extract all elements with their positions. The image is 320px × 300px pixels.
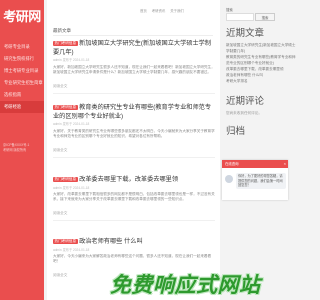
recent-posts-list: 新加坡国立大学研究生(新加坡国立大学硕士学制要几年) 教育类的研究生专业有哪些(… [226,42,298,84]
post-meta: admin 发布于 2024-01-18 [53,122,90,126]
close-icon[interactable]: × [284,160,286,168]
read-more-link[interactable]: 阅读全文 [53,272,215,278]
archives-title: 归档 [226,126,246,137]
sidebar-nav: 考研专业目录 研究生院校排行 博士考研专业目录 专业研究生招生简章 选校指南 考… [0,41,44,113]
post-excerpt: 大家好，关于教育类的研究生专业有哪些很多朋友都还不太明白，今天小编就来为大家分享… [53,128,215,138]
post-title-row: 热门考研信息 改革委去哪里下载，改革委去哪里领 [53,176,215,185]
top-link-home[interactable]: 首页 [140,9,147,13]
chat-title: 在线咨询 [225,162,239,166]
post-card: 热门考研信息 政治老师有哪些 什么叫 admin 发布于 2024-01-18 大… [53,238,215,278]
post-excerpt: 大家好，改革委去哪里下载相信很多的网友都不是很明白，包括改革委去哪里领也是一样，… [53,192,215,202]
chat-header: 在线咨询 × [222,160,288,168]
post-badge: 热门考研信息 [53,40,78,46]
post-title-row: 热门考研信息 新加坡国立大学研究生(新加坡国立大学硕士学制要几年) [53,40,215,57]
nav-item-admission-guide[interactable]: 专业研究生招生简章 [0,77,44,89]
post-divider [53,220,215,221]
sidebar: 考研网 考研专业目录 研究生院校排行 博士考研专业目录 专业研究生招生简章 选校… [0,0,44,300]
avatar [225,175,233,183]
chat-popup: 在线咨询 × 你好，为了更好的帮您答疑，请提供您的问题，我们会第一时间回复您！ [222,160,288,200]
post-meta: admin 发布于 2024-01-18 [53,58,90,62]
post-divider [53,92,215,94]
chat-body: 你好，为了更好的帮您答疑，请提供您的问题，我们会第一时间回复您！ [222,168,288,189]
chat-message: 你好，为了更好的帮您答疑，请提供您的问题，我们会第一时间回复您！ [236,173,286,189]
nav-item-phd-catalog[interactable]: 博士考研专业目录 [0,65,44,77]
right-sidebar: 搜索 搜索 近期文章 新加坡国立大学研究生(新加坡国立大学硕士学制要几年) 教育… [224,0,300,300]
recent-post-link[interactable]: 考研大学排名 [226,78,298,84]
post-meta: admin 发布于 2024-01-18 [53,185,90,190]
search-button[interactable]: 搜索 [255,13,275,21]
recent-post-link[interactable]: 新加坡国立大学研究生(新加坡国立大学硕士学制要几年) [226,42,298,54]
post-title-link[interactable]: 改革委去哪里下载，改革委去哪里领 [79,176,178,183]
top-link-about[interactable]: 关于我们 [170,9,184,13]
nav-item-school-choice[interactable]: 选校指南 [0,89,44,101]
post-card: 热门考研信息 教育类的研究生专业有哪些(教育学专业和师范专业的区别哪个专业好就业)… [53,104,215,158]
post-title-row: 热门考研信息 政治老师有哪些 什么叫 [53,238,215,247]
recent-comments-title: 近期评论 [226,96,265,107]
post-title-row: 热门考研信息 教育类的研究生专业有哪些(教育学专业和师范专业的区别哪个专业好就业) [53,104,215,121]
post-badge: 热门考研信息 [53,238,78,244]
post-badge: 热门考研信息 [53,176,78,182]
post-card: 热门考研信息 改革委去哪里下载，改革委去哪里领 admin 发布于 2024-01… [53,176,215,221]
recent-comments-empty: 您尚未收到任何评论。 [226,111,262,115]
post-divider [53,156,215,158]
post-excerpt: 大家好，今天小编来为大家解答政治老师有哪些这个问题，很多人还不知道，现在让我们一… [53,254,212,264]
search-input[interactable] [226,13,254,21]
main-content: 最新文章 热门考研信息 新加坡国立大学研究生(新加坡国立大学硕士学制要几年) ad… [47,0,220,300]
recent-posts-title: 近期文章 [226,28,265,39]
section-divider [53,35,213,36]
sidebar-footer: 京ICP备XXXX号-1 考研网 版权所有 [3,143,43,153]
post-meta: admin 发布于 2024-01-18 [53,247,90,252]
section-title: 最新文章 [53,28,71,33]
footer-copyright: 考研网 版权所有 [3,148,27,152]
recent-post-link[interactable]: 教育类的研究生专业有哪些(教育学专业和师范专业的区别哪个专业好就业) [226,54,298,66]
post-card: 热门考研信息 新加坡国立大学研究生(新加坡国立大学硕士学制要几年) admin 发… [53,40,215,94]
nav-item-school-ranking[interactable]: 研究生院校排行 [0,53,44,65]
post-excerpt: 大家好，新加坡国立大学研究生很多人还不知道，现在让我们一起来看看吧！新加坡国立大… [53,64,215,74]
nav-item-experience[interactable]: 考研经验 [0,101,44,113]
read-more-link[interactable]: 阅读全文 [53,147,215,153]
read-more-link[interactable]: 阅读全文 [53,210,215,216]
site-logo[interactable]: 考研网 [0,0,44,24]
top-link-news[interactable]: 考研资讯 [152,9,166,13]
search-label: 搜索 [226,8,233,12]
post-badge: 热门考研信息 [53,104,78,110]
top-links: 首页 考研资讯 关于我们 [140,8,220,13]
read-more-link[interactable]: 阅读全文 [53,83,215,89]
post-title-link[interactable]: 政治老师有哪些 什么叫 [79,238,143,245]
nav-item-major-catalog[interactable]: 考研专业目录 [0,41,44,53]
